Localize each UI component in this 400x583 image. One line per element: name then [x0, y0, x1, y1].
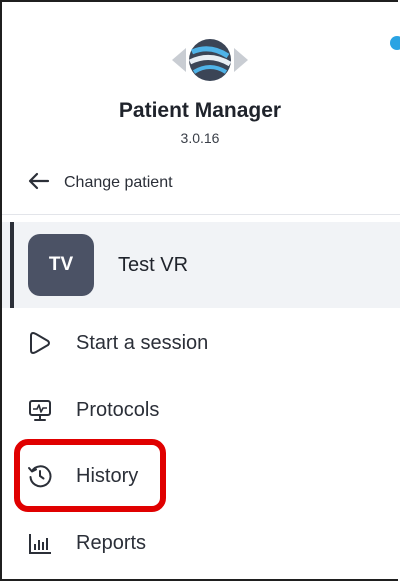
nav-item-reports[interactable]: Reports	[26, 521, 146, 565]
nav-item-label: History	[76, 464, 139, 487]
history-icon	[26, 462, 54, 490]
change-patient-label: Change patient	[64, 174, 173, 191]
app-version: 3.0.16	[180, 130, 220, 146]
nav-item-label: Protocols	[76, 398, 160, 421]
notification-dot	[390, 36, 400, 50]
nav-item-label: Start a session	[76, 331, 209, 354]
nav-item-start-session[interactable]: Start a session	[26, 321, 208, 365]
play-icon	[26, 329, 54, 357]
nav-item-history[interactable]: History	[26, 454, 138, 498]
nav-item-label: Reports	[76, 531, 147, 554]
avatar: TV	[28, 234, 94, 296]
patient-name: Test VR	[118, 253, 189, 276]
change-patient-link[interactable]: Change patient	[28, 168, 173, 198]
patient-item[interactable]: TV Test VR	[2, 222, 400, 308]
divider	[2, 214, 400, 215]
monitor-pulse-icon	[26, 396, 54, 424]
bar-chart-icon	[26, 529, 54, 557]
app-logo	[170, 30, 250, 90]
arrow-left-icon	[28, 172, 50, 195]
nav-item-protocols[interactable]: Protocols	[26, 388, 159, 432]
app-title: Patient Manager	[118, 99, 282, 122]
active-indicator	[10, 222, 14, 308]
